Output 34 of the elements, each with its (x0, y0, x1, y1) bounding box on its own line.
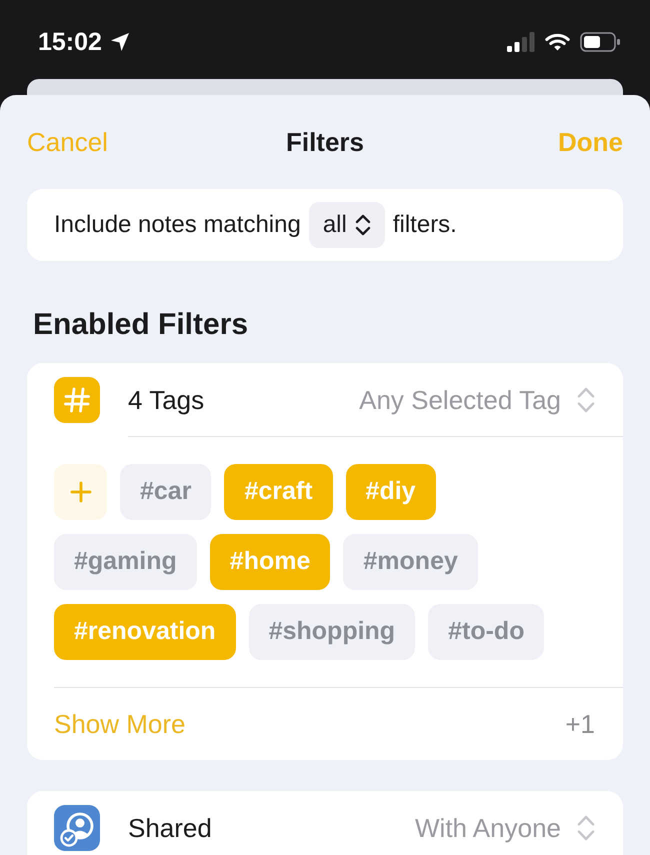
match-mode-selector[interactable]: all (308, 202, 385, 248)
updown-chevron-icon (577, 386, 595, 412)
plus-icon (70, 481, 92, 503)
tag-chip[interactable]: #money (343, 534, 478, 590)
updown-chevron-icon (577, 815, 595, 841)
cancel-button[interactable]: Cancel (27, 126, 108, 158)
tag-chip[interactable]: #renovation (54, 604, 236, 660)
signal-icon (507, 32, 535, 52)
updown-chevron-icon (354, 214, 371, 236)
location-arrow-icon (110, 32, 130, 52)
sheet-title: Filters (286, 126, 364, 158)
hidden-count-text: +1 (565, 708, 596, 740)
shared-scope-selector[interactable]: With Anyone (415, 805, 596, 851)
add-tag-button[interactable] (54, 464, 107, 520)
filter-label: Shared (128, 812, 212, 845)
battery-icon (580, 32, 621, 52)
section-heading: Enabled Filters (32, 307, 250, 343)
done-button[interactable]: Done (558, 126, 623, 158)
match-prefix-text: Include notes matching (54, 210, 301, 240)
tag-chip[interactable]: #car (120, 464, 212, 520)
tag-chip[interactable]: #shopping (248, 604, 416, 660)
match-suffix-text: filters. (392, 210, 457, 240)
tag-chip[interactable]: #diy (346, 464, 436, 520)
tag-chip[interactable]: #to-do (428, 604, 544, 660)
tag-chip[interactable]: #craft (224, 464, 333, 520)
show-more-button[interactable]: Show More (54, 704, 186, 744)
status-time: 15:02 (38, 27, 102, 57)
tag-chip[interactable]: #gaming (54, 534, 197, 590)
filter-label: 4 Tags (128, 384, 204, 416)
shared-person-icon (54, 805, 100, 851)
hash-icon (54, 376, 100, 422)
tag-chip[interactable]: #home (210, 534, 330, 590)
wifi-icon (545, 33, 570, 51)
tag-match-selector[interactable]: Any Selected Tag (359, 376, 596, 422)
